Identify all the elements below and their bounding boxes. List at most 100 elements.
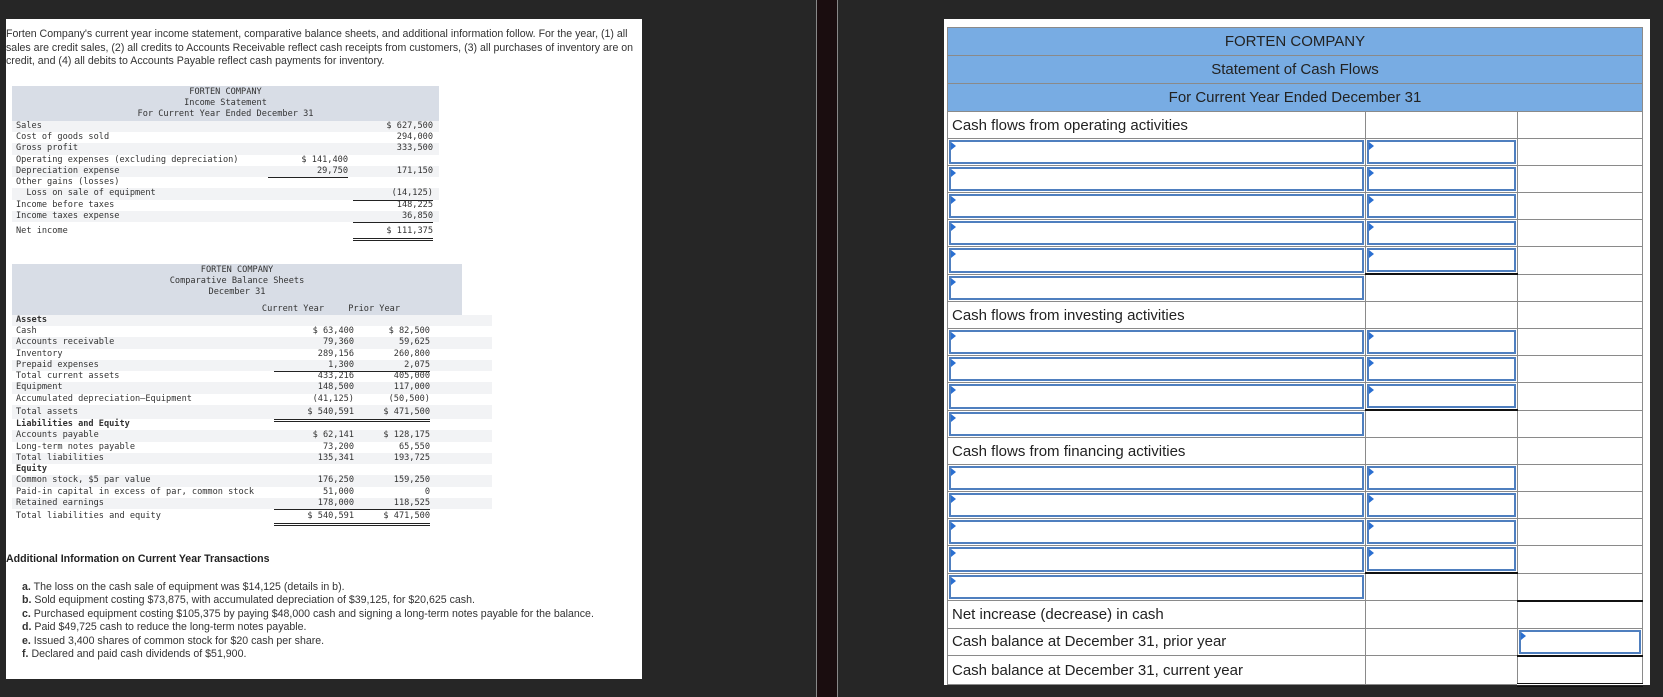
description-cell[interactable] (947, 464, 1366, 492)
row-prior: 117,000 (393, 382, 430, 393)
balance-row: Accounts payable $ 62,141 $ 128,175 (12, 430, 492, 442)
description-dropdown-input[interactable] (949, 411, 1364, 436)
description-cell[interactable] (947, 545, 1366, 574)
description-dropdown-input[interactable] (949, 167, 1364, 191)
cf-input-row (947, 545, 1643, 574)
amount-input[interactable] (1366, 493, 1517, 517)
row-label: Prepaid expenses (16, 359, 99, 370)
current-balance-label: Cash balance at December 31, current yea… (947, 655, 1366, 685)
description-cell[interactable] (947, 165, 1366, 193)
amount-input[interactable] (1366, 167, 1517, 191)
empty-cell (1517, 301, 1643, 329)
balance-sheet-header: FORTEN COMPANY Comparative Balance Sheet… (12, 264, 462, 315)
amount-cell[interactable] (1364, 382, 1519, 411)
empty-cell (1364, 273, 1519, 302)
description-cell[interactable] (947, 138, 1366, 166)
description-cell[interactable] (947, 491, 1366, 519)
row-label: Total liabilities (16, 452, 104, 463)
description-cell[interactable] (947, 328, 1366, 356)
empty-cell (1517, 464, 1643, 492)
amount-cell[interactable] (1517, 627, 1643, 657)
amount-input[interactable] (1366, 384, 1517, 408)
amount-total-input[interactable] (1519, 629, 1641, 654)
row-total: $ 627,500 (386, 120, 433, 131)
additional-item-b: b. Sold equipment costing $73,875, with … (22, 594, 475, 607)
description-cell[interactable] (947, 192, 1366, 220)
description-cell[interactable] (947, 382, 1366, 411)
cf-input-row (947, 246, 1643, 275)
description-dropdown-input[interactable] (949, 520, 1364, 544)
balance-row: Retained earnings 178,000 118,525 (12, 498, 492, 511)
row-label: Total liabilities and equity (16, 511, 161, 522)
empty-cell (1364, 437, 1519, 465)
description-dropdown-input[interactable] (949, 493, 1364, 517)
amount-cell[interactable] (1364, 138, 1519, 166)
cf-label-row: Cash balance at December 31, current yea… (947, 655, 1643, 687)
operating-activities-label: Cash flows from operating activities (947, 111, 1366, 139)
description-dropdown-input[interactable] (949, 140, 1364, 164)
description-dropdown-input[interactable] (949, 466, 1364, 490)
amount-cell[interactable] (1364, 192, 1519, 220)
amount-cell[interactable] (1364, 518, 1519, 546)
amount-input[interactable] (1366, 547, 1517, 571)
amount-cell[interactable] (1364, 219, 1519, 247)
amount-input[interactable] (1366, 330, 1517, 354)
row-prior: 260,800 (393, 348, 430, 359)
description-dropdown-input[interactable] (949, 221, 1364, 245)
empty-cell (1364, 111, 1519, 139)
description-cell[interactable] (947, 518, 1366, 546)
row-label: Income before taxes (16, 199, 115, 210)
amount-cell[interactable] (1364, 464, 1519, 492)
panel-divider[interactable] (816, 0, 838, 697)
empty-cell (1517, 111, 1643, 139)
amount-input[interactable] (1366, 357, 1517, 381)
row-current: 148,500 (317, 382, 354, 393)
description-cell[interactable] (947, 355, 1366, 383)
amount-input[interactable] (1366, 194, 1517, 218)
description-dropdown-input[interactable] (949, 357, 1364, 381)
empty-cell (1364, 655, 1519, 685)
cf-title: Statement of Cash Flows (947, 55, 1643, 84)
row-prior: 159,250 (393, 475, 430, 486)
empty-cell (1517, 655, 1643, 687)
description-dropdown-input[interactable] (949, 384, 1364, 409)
amount-input[interactable] (1366, 466, 1517, 490)
balance-row: Equipment 148,500 117,000 (12, 382, 492, 394)
amount-input[interactable] (1366, 140, 1517, 164)
description-dropdown-input[interactable] (949, 194, 1364, 218)
description-cell[interactable] (947, 572, 1366, 601)
empty-cell (1364, 301, 1519, 329)
cf-company: FORTEN COMPANY (947, 27, 1643, 56)
description-dropdown-input[interactable] (949, 330, 1364, 354)
amount-cell[interactable] (1364, 328, 1519, 356)
row-label: Total current assets (16, 371, 120, 382)
empty-cell (1364, 600, 1519, 629)
description-dropdown-input[interactable] (949, 574, 1364, 599)
balance-period: December 31 (208, 287, 266, 298)
amount-input[interactable] (1366, 221, 1517, 245)
amount-cell[interactable] (1364, 246, 1519, 275)
amount-cell[interactable] (1364, 545, 1519, 574)
amount-input[interactable] (1366, 248, 1517, 272)
cf-label-row: Cash flows from financing activities (947, 437, 1643, 465)
cf-input-row (947, 572, 1643, 602)
empty-cell (1517, 409, 1643, 438)
amount-input[interactable] (1366, 520, 1517, 544)
amount-cell[interactable] (1364, 355, 1519, 383)
row-label: Total assets (16, 406, 79, 417)
amount-cell[interactable] (1364, 491, 1519, 519)
income-row: Gross profit 333,500 (12, 143, 439, 155)
row-total: 333,500 (396, 143, 433, 154)
row-prior: $ 82,500 (388, 325, 430, 336)
amount-cell[interactable] (1364, 165, 1519, 193)
row-label: Long-term notes payable (16, 441, 135, 452)
description-dropdown-input[interactable] (949, 275, 1364, 300)
description-cell[interactable] (947, 409, 1366, 438)
description-dropdown-input[interactable] (949, 547, 1364, 572)
income-row: Income before taxes 148,225 (12, 200, 439, 211)
empty-cell (1517, 328, 1643, 356)
description-dropdown-input[interactable] (949, 248, 1364, 273)
description-cell[interactable] (947, 273, 1366, 302)
description-cell[interactable] (947, 219, 1366, 247)
description-cell[interactable] (947, 246, 1366, 275)
